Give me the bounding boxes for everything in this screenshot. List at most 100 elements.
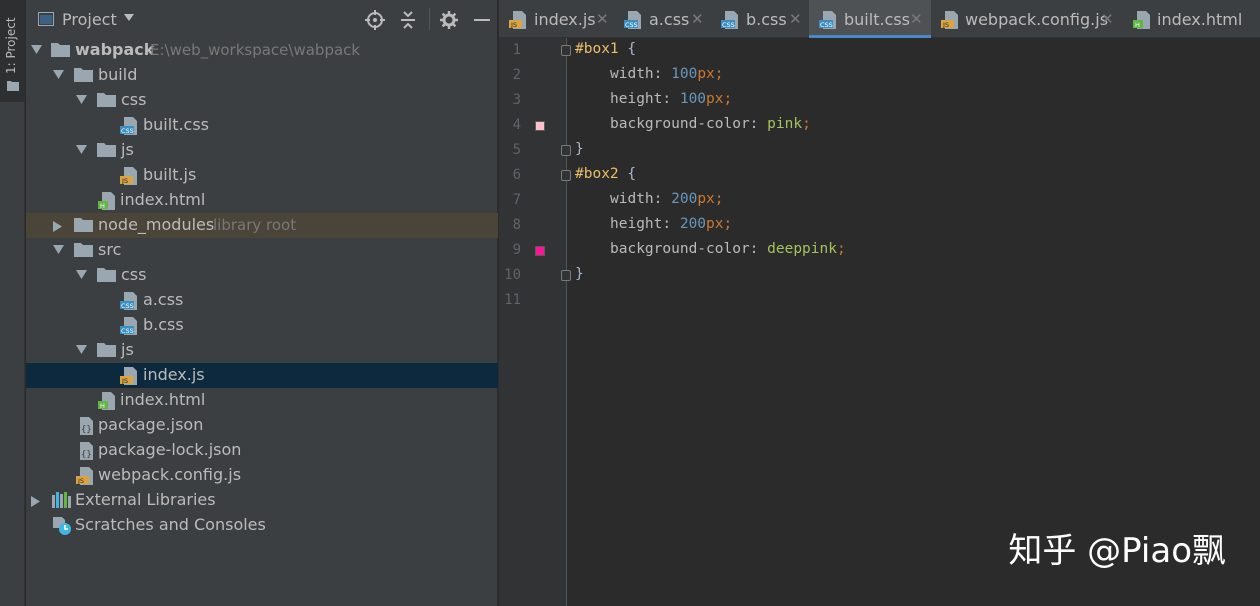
- svg-text:JS: JS: [942, 21, 949, 29]
- tree-item-package-lock-json[interactable]: {} package-lock.json: [26, 438, 498, 463]
- chevron-right-icon[interactable]: [31, 496, 40, 507]
- tree-item-label: build: [98, 65, 138, 84]
- js-file-icon: JS: [120, 167, 137, 185]
- css-unit: px: [706, 91, 724, 107]
- tree-item-build-js[interactable]: js: [26, 138, 498, 163]
- chevron-down-icon[interactable]: [76, 145, 87, 154]
- js-file-icon: JS: [76, 467, 93, 485]
- tool-window-strip: 1: Project: [0, 0, 25, 606]
- tree-item-built-css[interactable]: CSS built.css: [26, 113, 498, 138]
- folder-icon: [7, 81, 19, 91]
- svg-text:CSS: CSS: [121, 302, 134, 310]
- css-property: height:: [610, 216, 680, 232]
- tree-item-built-js[interactable]: JS built.js: [26, 163, 498, 188]
- brace: {: [618, 41, 637, 57]
- css-file-icon: CSS: [120, 117, 137, 135]
- chevron-down-icon[interactable]: [76, 95, 87, 104]
- close-icon[interactable]: ✕: [910, 10, 923, 28]
- line-number: 9: [512, 242, 521, 258]
- semicolon: ;: [802, 116, 811, 132]
- close-icon[interactable]: ✕: [789, 10, 802, 28]
- tab-webpack-config-js[interactable]: JS webpack.config.js ✕: [931, 0, 1123, 38]
- css-property: width:: [610, 66, 672, 82]
- tree-item-label: a.css: [143, 290, 184, 309]
- tree-item-label: css: [121, 265, 147, 284]
- color-swatch-deeppink[interactable]: [535, 246, 545, 256]
- css-number: 100: [679, 91, 707, 107]
- tree-item-build[interactable]: build: [26, 63, 498, 88]
- tree-item-package-json[interactable]: {} package.json: [26, 413, 498, 438]
- semicolon: ;: [714, 191, 724, 207]
- project-tool-window-label: 1: Project: [4, 17, 18, 74]
- project-tool-window-button[interactable]: 1: Project: [0, 0, 25, 102]
- css-unit: px: [706, 216, 724, 232]
- folder-icon: [74, 218, 93, 232]
- svg-text:JS: JS: [510, 21, 517, 29]
- color-swatch-pink[interactable]: [535, 121, 545, 131]
- tab-built-css[interactable]: CSS built.css ✕: [809, 0, 931, 38]
- tree-item-build-css[interactable]: css: [26, 88, 498, 113]
- tree-item-node-modules[interactable]: node_modules library root: [26, 213, 498, 238]
- tree-item-index-js[interactable]: JS index.js: [26, 363, 498, 388]
- project-view-title[interactable]: Project: [62, 10, 117, 29]
- tab-label: b.css: [746, 10, 787, 29]
- css-property: background-color:: [610, 241, 768, 257]
- css-file-icon: CSS: [819, 11, 836, 29]
- tab-index-html[interactable]: H index.html: [1123, 0, 1260, 38]
- tree-item-webpack-config-js[interactable]: JS webpack.config.js: [26, 463, 498, 488]
- tab-index-js[interactable]: JS index.js ✕: [499, 0, 614, 38]
- fold-marker-icon[interactable]: [561, 45, 571, 56]
- code-line: #box1 {: [575, 41, 636, 57]
- svg-text:H: H: [100, 202, 105, 210]
- line-number: 1: [512, 42, 521, 58]
- css-file-icon: CSS: [120, 317, 137, 335]
- tree-item-src-index-html[interactable]: H index.html: [26, 388, 498, 413]
- code-line: }: [575, 141, 584, 157]
- svg-text:JS: JS: [121, 377, 128, 385]
- tab-label: webpack.config.js: [965, 10, 1109, 29]
- css-file-icon: CSS: [120, 292, 137, 310]
- css-value: pink: [767, 116, 803, 132]
- tree-item-scratches-and-consoles[interactable]: Scratches and Consoles: [26, 513, 498, 538]
- fold-marker-icon[interactable]: [561, 170, 571, 181]
- toolbar-separator: [429, 8, 430, 30]
- close-icon[interactable]: ✕: [691, 10, 704, 28]
- project-panel: Project wabpack E:\web_workspace\wabpack…: [26, 0, 498, 606]
- chevron-right-icon[interactable]: [53, 221, 62, 232]
- tree-item-external-libraries[interactable]: External Libraries: [26, 488, 498, 513]
- folder-icon: [51, 43, 70, 57]
- editor-gutter: 1 2 3 4 5 6 7 8 9 10 11: [499, 38, 571, 606]
- tree-item-build-index-html[interactable]: H index.html: [26, 188, 498, 213]
- tree-item-src-js[interactable]: js: [26, 338, 498, 363]
- chevron-down-icon[interactable]: [76, 270, 87, 279]
- close-icon[interactable]: ✕: [1101, 10, 1114, 28]
- fold-marker-icon[interactable]: [561, 270, 571, 281]
- tree-item-label: index.js: [143, 365, 205, 384]
- tree-item-src[interactable]: src: [26, 238, 498, 263]
- close-icon[interactable]: ✕: [596, 10, 609, 28]
- chevron-down-icon[interactable]: [31, 45, 42, 54]
- tab-a-css[interactable]: CSS a.css ✕: [614, 0, 711, 38]
- tree-item-wabpack[interactable]: wabpack E:\web_workspace\wabpack: [26, 38, 498, 63]
- chevron-down-icon[interactable]: [53, 70, 64, 79]
- tree-item-src-css[interactable]: css: [26, 263, 498, 288]
- folder-icon: [74, 243, 93, 257]
- tree-item-a-css[interactable]: CSS a.css: [26, 288, 498, 313]
- css-property: width:: [610, 191, 672, 207]
- css-unit: px: [697, 191, 715, 207]
- chevron-down-icon[interactable]: [76, 345, 87, 354]
- tab-b-css[interactable]: CSS b.css ✕: [711, 0, 809, 38]
- tree-item-b-css[interactable]: CSS b.css: [26, 313, 498, 338]
- line-number: 3: [512, 92, 521, 108]
- tab-label: index.js: [534, 10, 596, 29]
- chevron-down-icon[interactable]: [124, 14, 134, 21]
- hide-panel-icon[interactable]: [472, 10, 492, 30]
- line-number: 5: [512, 142, 521, 158]
- locate-file-icon[interactable]: [365, 10, 385, 30]
- folder-icon: [74, 68, 93, 82]
- gear-icon[interactable]: [439, 10, 459, 30]
- fold-marker-icon[interactable]: [561, 145, 571, 156]
- collapse-all-icon[interactable]: [398, 10, 418, 30]
- chevron-down-icon[interactable]: [53, 245, 64, 254]
- svg-text:CSS: CSS: [625, 21, 638, 29]
